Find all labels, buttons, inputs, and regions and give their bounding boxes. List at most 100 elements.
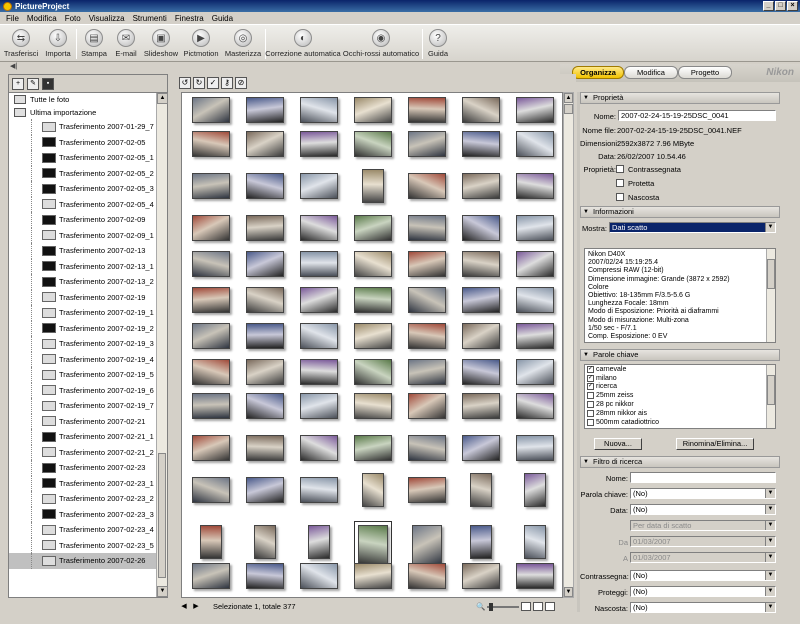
photo-thumbnail[interactable] bbox=[246, 359, 284, 385]
hidden-filter-select[interactable]: (No) ▼ bbox=[630, 602, 776, 613]
search-filter-header[interactable]: Filtro di ricerca bbox=[580, 456, 780, 468]
photo-thumbnail[interactable] bbox=[408, 563, 446, 589]
info-header[interactable]: Informazioni bbox=[580, 206, 780, 218]
chevron-down-icon[interactable]: ▼ bbox=[765, 521, 775, 530]
transfer-item[interactable]: Trasferimento 2007-02-13_1 bbox=[9, 258, 157, 275]
scroll-down-icon[interactable]: ▼ bbox=[157, 586, 168, 597]
scroll-down-icon[interactable]: ▼ bbox=[564, 587, 573, 597]
photo-thumbnail[interactable] bbox=[408, 359, 446, 385]
keyword-item[interactable]: ✓ carnevale bbox=[585, 365, 775, 374]
photo-thumbnail[interactable] bbox=[192, 251, 230, 277]
previous-icon[interactable]: ◀ bbox=[179, 602, 189, 612]
properties-header[interactable]: Proprietà bbox=[580, 92, 780, 104]
photo-thumbnail[interactable] bbox=[192, 287, 230, 313]
new-folder-icon[interactable]: + bbox=[12, 77, 24, 90]
keyword-item[interactable]: 500mm catadiottrico bbox=[585, 418, 775, 427]
keyword-item[interactable]: ✓ milano bbox=[585, 374, 775, 383]
keyword-checkbox[interactable] bbox=[587, 409, 594, 417]
scrollbar-thumb[interactable] bbox=[767, 375, 775, 405]
transfer-item[interactable]: Trasferimento 2007-02-21_1 bbox=[9, 429, 157, 445]
photo-thumbnail[interactable] bbox=[462, 97, 500, 123]
keyword-checkbox[interactable]: ✓ bbox=[587, 374, 594, 382]
photo-thumbnail[interactable] bbox=[300, 287, 338, 313]
hide-icon[interactable]: ⊘ bbox=[235, 77, 247, 89]
photo-thumbnail[interactable] bbox=[300, 97, 338, 123]
photo-thumbnail[interactable] bbox=[362, 473, 384, 507]
photo-thumbnail[interactable] bbox=[354, 97, 392, 123]
photo-thumbnail[interactable] bbox=[192, 97, 230, 123]
photo-thumbnail[interactable] bbox=[192, 435, 230, 461]
photo-thumbnail[interactable] bbox=[462, 251, 500, 277]
photo-thumbnail[interactable] bbox=[516, 563, 554, 589]
chevron-down-icon[interactable]: ▼ bbox=[765, 505, 775, 514]
grid-scrollbar[interactable]: ▲ ▼ bbox=[563, 92, 574, 598]
transfer-item[interactable]: Trasferimento 2007-02-09_1 bbox=[9, 227, 157, 244]
menu-file[interactable]: File bbox=[2, 14, 23, 23]
photo-thumbnail[interactable] bbox=[246, 97, 284, 123]
photo-thumbnail[interactable] bbox=[408, 393, 446, 419]
scrollbar-thumb[interactable] bbox=[767, 259, 775, 289]
auto-correct-button[interactable]: ◐ Correzione automatica bbox=[265, 25, 341, 61]
photo-thumbnail[interactable] bbox=[524, 525, 546, 559]
flagged-checkbox[interactable] bbox=[616, 165, 624, 173]
chevron-down-icon[interactable]: ▼ bbox=[765, 587, 775, 596]
photo-thumbnail[interactable] bbox=[300, 251, 338, 277]
transfer-item[interactable]: Trasferimento 2007-02-23_5 bbox=[9, 537, 157, 554]
photo-thumbnail[interactable] bbox=[470, 473, 492, 507]
import-button[interactable]: ⇩ Importa bbox=[40, 25, 76, 61]
transfer-item[interactable]: Trasferimento 2007-02-23_3 bbox=[9, 506, 157, 523]
photo-thumbnail[interactable] bbox=[246, 477, 284, 503]
slideshow-button[interactable]: ▣ Slideshow bbox=[141, 25, 181, 61]
search-date-select[interactable]: (No) ▼ bbox=[630, 504, 776, 515]
menu-finestra[interactable]: Finestra bbox=[171, 14, 208, 23]
photo-thumbnail[interactable] bbox=[516, 97, 554, 123]
photo-thumbnail[interactable] bbox=[300, 131, 338, 157]
photo-thumbnail[interactable] bbox=[524, 473, 546, 507]
transfer-item[interactable]: Trasferimento 2007-02-19_4 bbox=[9, 351, 157, 368]
chevron-down-icon[interactable]: ▼ bbox=[765, 537, 775, 546]
search-date-mode-select[interactable]: Per data di scatto ▼ bbox=[630, 520, 776, 531]
email-button[interactable]: ✉ E-mail bbox=[111, 25, 141, 61]
transfer-item[interactable]: Trasferimento 2007-02-05 bbox=[9, 134, 157, 151]
photo-thumbnail[interactable] bbox=[516, 251, 554, 277]
transfer-item[interactable]: Trasferimento 2007-02-09 bbox=[9, 212, 157, 228]
photo-thumbnail[interactable] bbox=[246, 393, 284, 419]
scroll-up-icon[interactable]: ▲ bbox=[157, 93, 168, 104]
photo-thumbnail[interactable] bbox=[516, 173, 554, 199]
keyword-item[interactable]: ✓ ricerca bbox=[585, 383, 775, 392]
photo-thumbnail[interactable] bbox=[192, 477, 230, 503]
photo-thumbnail[interactable] bbox=[192, 563, 230, 589]
transfer-item[interactable]: Trasferimento 2007-02-19_7 bbox=[9, 398, 157, 414]
photo-thumbnail[interactable] bbox=[300, 215, 338, 241]
last-import-item[interactable]: Ultima importazione bbox=[9, 106, 157, 119]
hidden-checkbox[interactable] bbox=[616, 193, 624, 201]
tab-organize[interactable]: Organizza bbox=[572, 66, 624, 79]
chevron-down-icon[interactable]: ▼ bbox=[765, 223, 775, 232]
tab-project[interactable]: Progetto bbox=[678, 66, 732, 79]
minimize-button[interactable]: _ bbox=[763, 1, 774, 11]
help-button[interactable]: ? Guida bbox=[423, 25, 453, 61]
photo-thumbnail[interactable] bbox=[462, 435, 500, 461]
photo-thumbnail[interactable] bbox=[516, 359, 554, 385]
rotate-right-icon[interactable]: ↻ bbox=[193, 77, 205, 89]
protect-filter-select[interactable]: (No) ▼ bbox=[630, 586, 776, 597]
transfer-item[interactable]: Trasferimento 2007-02-26 bbox=[9, 553, 157, 569]
grid-view-icon[interactable] bbox=[521, 602, 532, 611]
flag-filter-select[interactable]: (No) ▼ bbox=[630, 570, 776, 581]
all-photos-item[interactable]: Tutte le foto bbox=[9, 93, 157, 106]
photo-thumbnail[interactable] bbox=[300, 173, 338, 199]
keywords-scrollbar[interactable] bbox=[766, 365, 775, 428]
keyword-checkbox[interactable] bbox=[587, 418, 594, 426]
photo-thumbnail[interactable] bbox=[516, 215, 554, 241]
transfer-item[interactable]: Trasferimento 2007-02-23_2 bbox=[9, 491, 157, 507]
next-icon[interactable]: ▶ bbox=[191, 602, 201, 612]
photo-thumbnail[interactable] bbox=[246, 173, 284, 199]
date-to-select[interactable]: 01/03/2007 ▼ bbox=[630, 552, 776, 563]
photo-thumbnail[interactable] bbox=[300, 323, 338, 349]
transfer-item[interactable]: Trasferimento 2007-02-23_1 bbox=[9, 475, 157, 492]
protect-key-icon[interactable]: ⚷ bbox=[221, 77, 233, 89]
search-keyword-select[interactable]: (No) ▼ bbox=[630, 488, 776, 499]
photo-thumbnail[interactable] bbox=[462, 287, 500, 313]
left-splitter[interactable] bbox=[169, 74, 175, 610]
photo-thumbnail[interactable] bbox=[354, 563, 392, 589]
